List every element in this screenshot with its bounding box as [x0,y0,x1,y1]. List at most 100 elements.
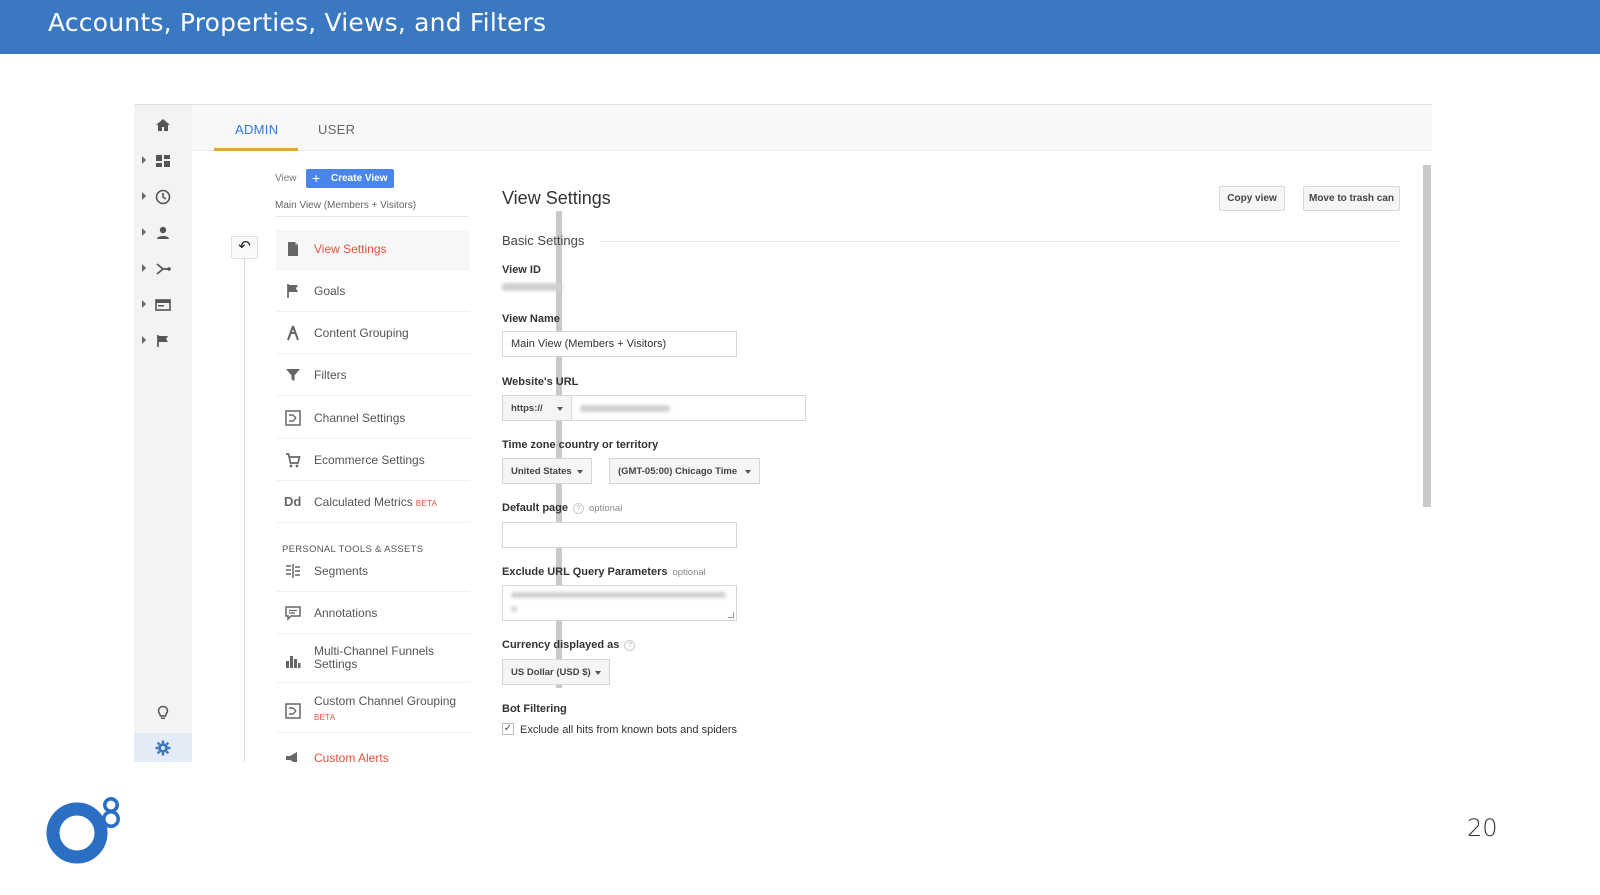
bot-filtering-label: Bot Filtering [502,703,567,715]
nav-item-channel-settings[interactable]: Channel Settings [276,399,470,439]
resize-handle[interactable] [728,612,734,618]
grouping-icon [287,325,299,341]
rail-realtime[interactable] [134,182,192,212]
nav-item-custom-alerts[interactable]: Custom Alerts [276,739,470,762]
segments-icon [286,564,300,578]
exclude-params-textarea[interactable] [502,585,737,621]
view-name-label: View Name [502,313,560,325]
tab-admin[interactable]: ADMIN [235,122,278,137]
rail-behavior[interactable] [134,290,192,320]
document-icon [288,242,298,256]
nav-item-content-grouping[interactable]: Content Grouping [276,314,470,354]
timezone-select[interactable]: (GMT-05:00) Chicago Time [609,458,760,484]
dd-icon: Dd [284,494,302,509]
left-icon-rail [134,105,192,762]
clock-icon [155,189,171,205]
help-icon[interactable]: ? [624,640,636,651]
view-id-label: View ID [502,264,541,276]
ga-admin-screenshot: ADMIN USER View + Create View Main View … [134,104,1432,762]
currency-label: Currency displayed as? [502,639,636,651]
currency-value: US Dollar (USD $) [511,667,591,678]
view-name-input[interactable]: Main View (Members + Visitors) [502,331,737,357]
cart-icon [286,453,301,468]
country-select[interactable]: United States [502,458,592,484]
create-view-button[interactable]: + Create View [306,169,394,188]
nav-item-label: Calculated Metrics BETA [314,495,438,509]
nav-item-label: Content Grouping [314,326,409,340]
nav-item-label: Multi-Channel Funnels Settings [314,644,435,671]
nav-item-filters[interactable]: Filters [276,356,470,396]
rail-discover[interactable] [134,698,192,728]
beta-badge: BETA [314,713,336,722]
nav-item-label: View Settings [314,242,387,256]
nav-item-annotations[interactable]: Annotations [276,594,470,634]
page-title: View Settings [502,188,611,208]
rail-customization[interactable] [134,146,192,176]
bot-filtering-checkbox[interactable]: ✓ [502,723,514,735]
params-redacted [511,592,726,598]
view-selector[interactable]: Main View (Members + Visitors) [275,200,416,211]
nav-item-mcf-settings[interactable]: Multi-Channel Funnels Settings [276,639,470,683]
rail-home[interactable] [134,110,192,140]
default-page-label: Default page? optional [502,502,623,514]
view-id-value-redacted [502,283,562,291]
basic-settings-heading: Basic Settings [502,233,585,248]
person-icon [157,226,169,239]
lightbulb-icon [157,705,169,719]
slide-header: Accounts, Properties, Views, and Filters [0,0,1600,54]
website-url-input[interactable] [571,395,806,421]
timezone-value: (GMT-05:00) Chicago Time [618,466,738,477]
protocol-value: https:// [511,403,543,414]
nav-item-view-settings[interactable]: View Settings [276,230,470,270]
view-settings-panel: View Settings Copy view Move to trash ca… [502,151,1432,762]
tab-user[interactable]: USER [318,122,355,137]
view-column-label: View [275,173,297,184]
behavior-icon [155,299,171,311]
nav-item-calculated-metrics[interactable]: Dd Calculated Metrics BETA [276,483,470,523]
create-view-label: Create View [331,173,388,184]
nav-item-label: Annotations [314,606,378,620]
nav-item-goals[interactable]: Goals [276,272,470,312]
timezone-label: Time zone country or territory [502,439,659,451]
nav-item-ecommerce-settings[interactable]: Ecommerce Settings [276,441,470,481]
plus-icon: + [312,170,321,186]
chevron-down-icon [557,407,563,411]
nav-item-label: Custom Channel Grouping [314,694,457,708]
checkmark-icon: ✓ [503,723,513,734]
beta-badge: BETA [415,499,438,508]
bar-chart-icon [286,656,301,668]
rail-admin-active[interactable] [134,733,192,762]
nav-item-label: Goals [314,284,346,298]
url-redacted [580,405,670,412]
website-url-label: Website's URL [502,376,579,388]
nav-item-custom-channel-grouping[interactable]: Custom Channel Grouping BETA [276,689,470,733]
page-number: 20 [1467,814,1498,842]
copy-view-button[interactable]: Copy view [1219,186,1285,211]
protocol-select[interactable]: https:// [502,395,572,421]
channel-icon [285,410,301,426]
chevron-down-icon [595,671,601,675]
move-to-trash-button[interactable]: Move to trash can [1303,186,1400,211]
megaphone-icon [286,752,297,762]
back-arrow-button[interactable]: ↶ [231,236,258,259]
default-page-input[interactable] [502,522,737,548]
bot-filtering-option-label: Exclude all hits from known bots and spi… [520,724,738,736]
currency-select[interactable]: US Dollar (USD $) [502,659,610,685]
main-scrollbar[interactable] [1423,165,1431,507]
rail-acquisition[interactable] [134,254,192,284]
channel-icon [285,703,301,719]
dashboard-icon [156,155,170,167]
gear-icon [155,740,171,756]
help-icon[interactable]: ? [573,503,585,514]
acquisition-icon [156,263,171,275]
nav-item-label: Channel Settings [314,411,406,425]
nav-item-label: Filters [314,368,347,382]
rail-audience[interactable] [134,218,192,248]
filter-icon [286,369,300,381]
comment-icon [285,606,301,621]
chevron-down-icon [577,470,583,474]
rail-conversions[interactable] [134,326,192,356]
nav-item-segments[interactable]: Segments [276,552,470,592]
chevron-down-icon [745,470,751,474]
flag-icon [157,335,168,347]
